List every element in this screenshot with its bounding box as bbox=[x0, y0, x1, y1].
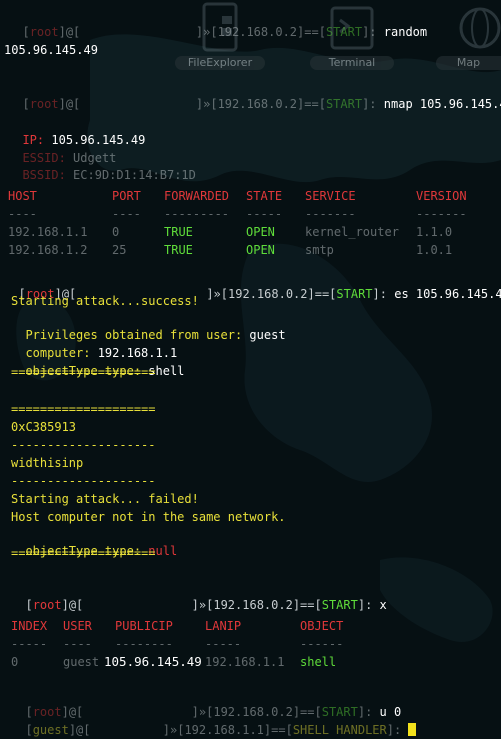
col-object-header: OBJECT bbox=[300, 619, 344, 633]
table-cell: 0 bbox=[11, 655, 19, 669]
separator: ----- bbox=[11, 637, 48, 651]
separator-equals: ==================== bbox=[11, 402, 156, 416]
table-cell: 1.1.0 bbox=[416, 225, 453, 239]
nmap-bssid-line: BSSID: EC:9D:D1:14:B7:1D bbox=[22, 168, 196, 182]
table-cell: TRUE bbox=[164, 243, 193, 257]
shell-handler-prompt[interactable]: [guest]@[ ]»[192.168.1.1]==[SHELL HANDLE… bbox=[11, 706, 417, 738]
separator-equals: ==================== bbox=[11, 365, 156, 379]
separator: --------- bbox=[164, 207, 230, 221]
command-random: random bbox=[383, 25, 428, 39]
separator-dashes: -------------------- bbox=[11, 474, 156, 488]
es-failed-line: Starting attack... failed! bbox=[11, 492, 199, 506]
col-host-header: HOST bbox=[8, 189, 37, 203]
separator: ----- bbox=[246, 207, 283, 221]
col-lanip-header: LANIP bbox=[205, 619, 242, 633]
col-index-header: INDEX bbox=[11, 619, 48, 633]
map-label: Map bbox=[436, 56, 501, 70]
table-cell: 25 bbox=[112, 243, 127, 257]
col-port-header: PORT bbox=[112, 189, 141, 203]
random-ip-output: 105.96.145.49 bbox=[4, 43, 98, 57]
separator: ----- bbox=[205, 637, 242, 651]
col-version-header: VERSION bbox=[416, 189, 467, 203]
table-cell: 0 bbox=[112, 225, 120, 239]
separator: ---- bbox=[112, 207, 141, 221]
prompt-line-random: [root]@[ ]»[192.168.0.2]==[START]: rando… bbox=[22, 25, 428, 39]
col-user-header: USER bbox=[63, 619, 92, 633]
table-cell: 1.0.1 bbox=[416, 243, 453, 257]
es-network-line: Host computer not in the same network. bbox=[11, 510, 286, 524]
table-cell: 192.168.1.1 bbox=[8, 225, 88, 239]
terminal-label: Terminal bbox=[310, 56, 394, 70]
es-success-line: Starting attack...success! bbox=[11, 294, 199, 308]
separator: ------ bbox=[300, 637, 344, 651]
separator: ------- bbox=[416, 207, 467, 221]
separator: -------- bbox=[115, 637, 173, 651]
table-cell: 105.96.145.49 bbox=[104, 654, 202, 669]
table-cell: TRUE bbox=[164, 225, 193, 239]
es-target: 105.96.145.49 bbox=[415, 287, 501, 301]
es-param-value: widthisinp bbox=[11, 456, 84, 470]
table-cell: shell bbox=[300, 655, 337, 669]
table-cell: smtp bbox=[305, 243, 334, 257]
separator-dashes: -------------------- bbox=[11, 438, 156, 452]
prompt-line-nmap: [root]@[ ]»[192.168.0.2]==[START]: nmap … bbox=[8, 80, 501, 112]
col-state-header: STATE bbox=[246, 189, 283, 203]
separator: ------- bbox=[305, 207, 356, 221]
col-publicip-header: PUBLICIP bbox=[115, 619, 173, 633]
table-cell: 192.168.1.2 bbox=[8, 243, 88, 257]
table-cell: 192.168.1.1 bbox=[205, 655, 285, 669]
separator: ---- bbox=[8, 207, 37, 221]
file-explorer-label: FileExplorer bbox=[175, 56, 265, 70]
separator-equals: ==================== bbox=[11, 546, 156, 560]
separator: ---- bbox=[63, 637, 92, 651]
nmap-target: 105.96.145.49 bbox=[419, 97, 501, 111]
col-service-header: SERVICE bbox=[305, 189, 356, 203]
globe-icon bbox=[459, 7, 501, 49]
es-hex-value: 0xC385913 bbox=[11, 420, 77, 434]
table-cell: guest bbox=[63, 655, 100, 669]
table-cell: OPEN bbox=[246, 225, 275, 239]
map-desktop-icon[interactable]: Map bbox=[436, 0, 501, 70]
col-forwarded-header: FORWARDED bbox=[164, 189, 230, 203]
table-cell: OPEN bbox=[246, 243, 275, 257]
prompt-line-x: [root]@[ ]»[192.168.0.2]==[START]: x bbox=[25, 598, 387, 612]
text-cursor[interactable] bbox=[408, 723, 417, 736]
table-cell: kernel_router bbox=[305, 225, 399, 239]
